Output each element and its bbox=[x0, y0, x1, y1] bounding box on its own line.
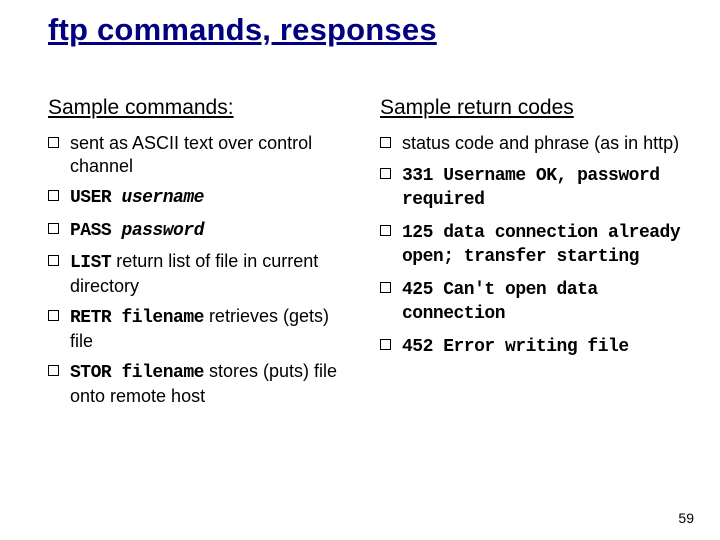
code-text: 125 data connection already open; transf… bbox=[402, 223, 680, 268]
list-item: 452 Error writing file bbox=[380, 334, 682, 359]
code-text: 331 Username OK, password required bbox=[402, 166, 660, 211]
list-item: 125 data connection already open; transf… bbox=[380, 220, 682, 269]
left-column: Sample commands: sent as ASCII text over… bbox=[48, 96, 350, 415]
slide: ftp commands, responses Sample commands:… bbox=[0, 0, 720, 540]
list-item: status code and phrase (as in http) bbox=[380, 132, 682, 155]
code-text: PASS bbox=[70, 221, 122, 241]
code-text: USER bbox=[70, 188, 122, 208]
right-list: status code and phrase (as in http) 331 U… bbox=[380, 132, 682, 358]
left-heading: Sample commands: bbox=[48, 96, 350, 120]
code-text: 425 Can't open data connection bbox=[402, 280, 598, 325]
columns: Sample commands: sent as ASCII text over… bbox=[48, 96, 682, 415]
code-italic: username bbox=[122, 188, 204, 208]
right-heading: Sample return codes bbox=[380, 96, 682, 120]
list-item: RETR filename retrieves (gets) file bbox=[48, 305, 350, 352]
code-text: 452 Error writing file bbox=[402, 337, 629, 357]
right-column: Sample return codes status code and phra… bbox=[380, 96, 682, 415]
slide-title: ftp commands, responses bbox=[48, 12, 682, 48]
code-text: LIST bbox=[70, 253, 111, 273]
list-item: USER username bbox=[48, 185, 350, 210]
list-item: 331 Username OK, password required bbox=[380, 163, 682, 212]
page-number: 59 bbox=[678, 510, 694, 526]
code-text: RETR filename bbox=[70, 308, 204, 328]
list-item: sent as ASCII text over control channel bbox=[48, 132, 350, 177]
list-item: PASS password bbox=[48, 218, 350, 243]
list-item: STOR filename stores (puts) file onto re… bbox=[48, 360, 350, 407]
list-item: 425 Can't open data connection bbox=[380, 277, 682, 326]
left-list: sent as ASCII text over control channel U… bbox=[48, 132, 350, 407]
list-item: LIST return list of file in current dire… bbox=[48, 250, 350, 297]
code-italic: password bbox=[122, 221, 204, 241]
code-text: STOR filename bbox=[70, 363, 204, 383]
